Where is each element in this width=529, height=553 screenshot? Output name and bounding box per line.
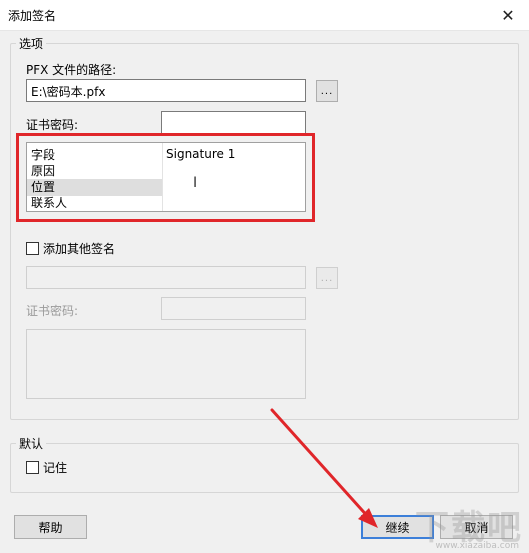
annotation-arrow bbox=[270, 408, 378, 528]
